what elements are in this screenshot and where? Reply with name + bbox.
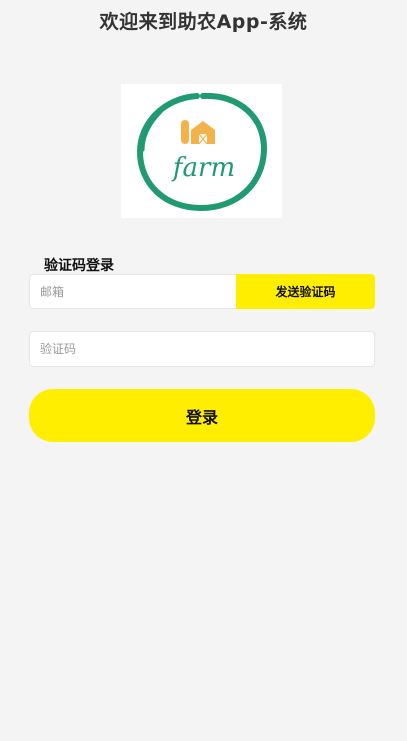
farm-logo: farm bbox=[121, 84, 282, 218]
page-title: 欢迎来到助农App-系统 bbox=[99, 11, 308, 33]
barn-silo-icon bbox=[181, 120, 215, 145]
login-button[interactable]: 登录 bbox=[29, 389, 375, 442]
farm-logo-graphic: farm bbox=[136, 92, 268, 212]
email-input[interactable] bbox=[29, 274, 236, 309]
logo-text: farm bbox=[171, 153, 235, 183]
send-code-button[interactable]: 发送验证码 bbox=[236, 274, 375, 309]
login-method-label: 验证码登录 bbox=[44, 258, 114, 274]
login-screen: 欢迎来到助农App-系统 farm 验证码登录 发送验证码 登录 bbox=[0, 0, 407, 741]
verification-code-input[interactable] bbox=[29, 331, 375, 367]
email-row: 发送验证码 bbox=[29, 274, 375, 309]
logo-ring bbox=[136, 92, 268, 212]
